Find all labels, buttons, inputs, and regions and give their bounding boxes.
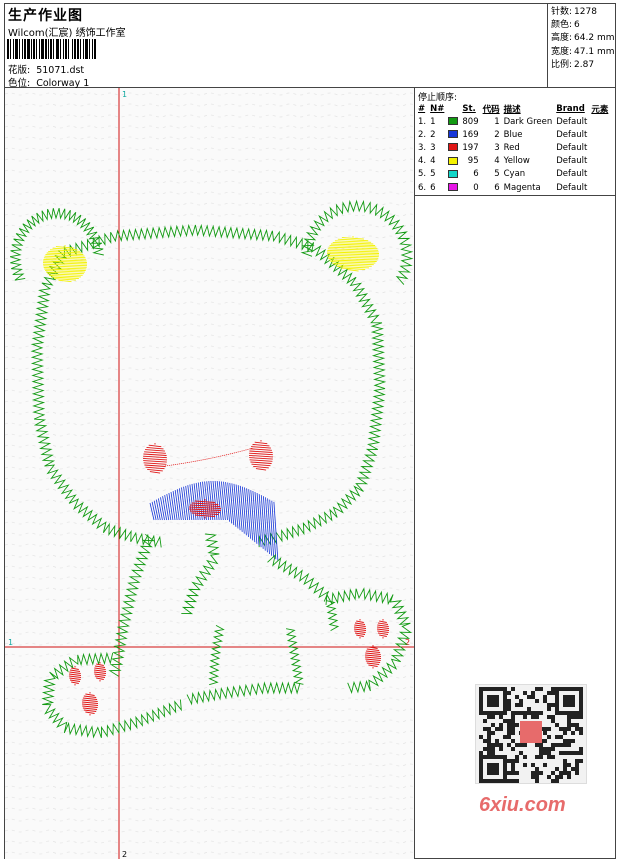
cell-n: 3: [430, 142, 436, 153]
production-sheet: 生产作业图 Wilcom(汇宸) 绣饰工作室 花版: 51071.dst 色位: C…: [4, 3, 616, 859]
cell-desc: Blue: [503, 129, 523, 140]
left-paw-pad-1: [68, 666, 82, 686]
cell-code: 5: [494, 169, 500, 180]
cell-code: 4: [494, 156, 500, 167]
cell-n: 4: [430, 156, 436, 167]
left-foot-outline: [41, 651, 182, 739]
cell-desc: Dark Green: [503, 116, 553, 127]
table-row: 6. 6 0 6 Magenta Default: [416, 181, 610, 194]
cell-idx: 2.: [418, 129, 427, 140]
stat-colors: 颜色: 6: [551, 20, 580, 31]
cell-idx: 3.: [418, 142, 427, 153]
design-line: 花版: 51071.dst: [8, 62, 84, 76]
cell-n: 2: [430, 129, 436, 140]
stats-box: 针数: 1278 颜色: 6 高度: 64.2 mm 宽度: 47.1 mm 比例: 2.…: [548, 4, 616, 88]
cell-st: 197: [462, 142, 479, 153]
watermark: 6xiu.com: [479, 794, 566, 816]
left-eye: [142, 443, 168, 474]
color-swatch: [448, 143, 459, 152]
cell-st: 169: [462, 129, 479, 140]
cell-idx: 1.: [418, 116, 427, 127]
cell-st: 95: [467, 156, 479, 167]
qr-code-icon: [475, 684, 587, 784]
table-header: # N# St. 代码 描述 Brand 元素: [418, 103, 609, 115]
header-info: 生产作业图 Wilcom(汇宸) 绣饰工作室 花版: 51071.dst 色位: C…: [5, 4, 548, 89]
barcode: [7, 39, 135, 59]
head-outline-left: [30, 250, 162, 548]
left-arm-inner: [181, 533, 220, 615]
studio-name: Wilcom(汇宸) 绣饰工作室: [8, 28, 126, 39]
right-foot-outline: [325, 587, 413, 694]
cell-st: 6: [473, 169, 479, 180]
cell-brand: Default: [556, 129, 588, 140]
left-paw-pad-3: [81, 692, 99, 716]
table-row: 2. 2 169 2 Blue Default: [416, 128, 610, 141]
blue-muzzle: [149, 480, 279, 561]
right-arm-line: [267, 553, 330, 602]
stat-width: 宽度: 47.1 mm: [551, 46, 615, 57]
color-swatch: [448, 130, 459, 139]
cell-brand: Default: [556, 156, 588, 167]
color-swatch: [448, 156, 459, 165]
eye-connect-stitch: [164, 447, 254, 467]
color-table: # N# St. 代码 描述 Brand 元素 1. 1 809 1 Dark Gree…: [416, 102, 610, 194]
leg-bottom: [186, 681, 301, 706]
cell-idx: 4.: [418, 156, 427, 167]
stat-height: 高度: 64.2 mm: [551, 33, 615, 44]
color-swatch: [448, 117, 459, 126]
cell-code: 3: [494, 142, 500, 153]
stat-scale: 比例: 2.87: [551, 59, 595, 70]
left-paw-pad-2: [93, 662, 107, 682]
right-paw-pad-2: [376, 619, 390, 639]
guide-label-left: 1: [8, 638, 13, 647]
stat-stitches: 针数: 1278: [551, 7, 597, 17]
cell-desc: Magenta: [503, 182, 541, 193]
head-outline-right: [63, 223, 387, 548]
cell-desc: Cyan: [503, 169, 526, 180]
color-swatch: [448, 169, 459, 178]
table-row: 3. 3 197 3 Red Default: [416, 141, 610, 154]
right-inner-ear: [326, 236, 380, 272]
cell-st: 809: [462, 116, 479, 127]
embroidery-design: 1 2 1 2: [5, 88, 414, 859]
table-row: 5. 5 6 5 Cyan Default: [416, 168, 610, 181]
table-row: 4. 4 95 4 Yellow Default: [416, 155, 610, 168]
cell-idx: 6.: [418, 182, 427, 193]
page-title: 生产作业图: [8, 8, 83, 24]
cell-n: 1: [430, 116, 436, 127]
cell-idx: 5.: [418, 169, 427, 180]
right-foot-inner: [325, 600, 340, 631]
left-arm-outer: [108, 533, 155, 677]
cell-st: 0: [473, 182, 479, 193]
guide-label-right: 2: [405, 638, 410, 647]
right-paw-pad-3: [364, 645, 382, 669]
table-row: 1. 1 809 1 Dark Green Default: [416, 115, 610, 128]
cell-code: 6: [494, 182, 500, 193]
design-canvas: 1 2 1 2: [5, 88, 415, 859]
color-swatch: [448, 183, 459, 192]
bear-stitches: [9, 199, 414, 739]
guide-label-bottom: 2: [122, 850, 127, 859]
cell-code: 1: [494, 116, 500, 127]
cell-desc: Yellow: [503, 156, 530, 167]
colorway-line: 色位: Colorway 1: [8, 75, 89, 89]
cell-brand: Default: [556, 182, 588, 193]
cell-n: 6: [430, 182, 436, 193]
cell-brand: Default: [556, 116, 588, 127]
guide-label-top: 1: [122, 90, 127, 99]
cell-brand: Default: [556, 169, 588, 180]
stop-sequence-panel: 停止顺序: # N# St. 代码 描述 Brand 元素 1. 1 809 1 Dar…: [415, 88, 616, 196]
fabric-texture: [5, 92, 414, 855]
cell-n: 5: [430, 169, 436, 180]
cell-code: 2: [494, 129, 500, 140]
cell-brand: Default: [556, 142, 588, 153]
cell-desc: Red: [503, 142, 520, 153]
right-eye: [248, 440, 274, 471]
